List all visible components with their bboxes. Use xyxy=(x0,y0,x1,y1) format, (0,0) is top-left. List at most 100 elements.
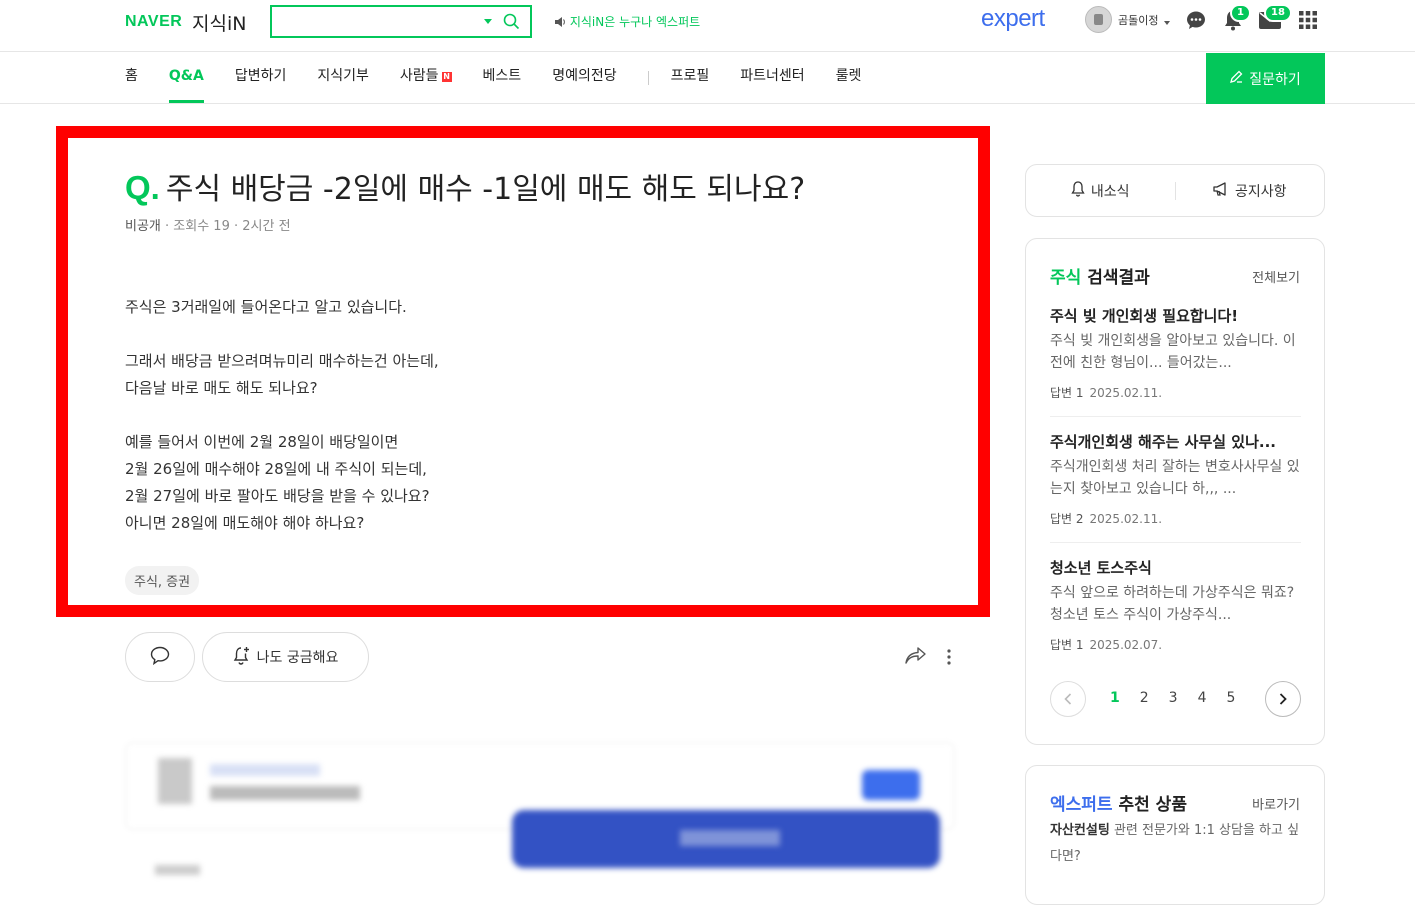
my-news-button[interactable]: 내소식 xyxy=(1026,180,1175,201)
notice-button[interactable]: 공지사항 xyxy=(1176,181,1325,201)
search-icon[interactable] xyxy=(503,13,520,34)
share-icon[interactable] xyxy=(905,647,926,669)
blurred-name xyxy=(210,764,320,776)
mail-count-badge: 18 xyxy=(1264,4,1292,22)
result-date: 2025.02.11. xyxy=(1089,512,1163,526)
question-line: 그래서 배당금 받으려며뉴미리 매수하는건 아는데, xyxy=(125,352,439,370)
search-keyword: 주식 xyxy=(1050,268,1082,288)
result-date: 2025.02.07. xyxy=(1089,638,1163,652)
blurred-avatar xyxy=(158,758,192,804)
talk-icon[interactable] xyxy=(1186,10,1206,34)
comment-button[interactable] xyxy=(125,632,195,682)
chevron-right-icon xyxy=(1279,690,1287,709)
nav-donate[interactable]: 지식기부 xyxy=(317,53,369,103)
search-result-item[interactable]: 주식 빚 개인회생 필요합니다! 주식 빚 개인회생을 알아보고 있습니다. 이… xyxy=(1050,305,1301,401)
bell-plus-icon xyxy=(233,646,251,669)
blurred-info xyxy=(210,786,360,800)
expert-logo[interactable]: expert xyxy=(981,5,1045,33)
result-desc: 주식 빚 개인회생을 알아보고 있습니다. 이전에 친한 형님이... 들어갔는… xyxy=(1050,333,1296,371)
naver-logo[interactable]: NAVER xyxy=(125,13,182,31)
search-result-item[interactable]: 청소년 토스주식 주식 앞으로 하려하는데 가상주식은 뭐죠? 청소년 토스 주… xyxy=(1050,557,1301,653)
result-answers: 답변 1 xyxy=(1050,638,1084,652)
page-3[interactable]: 3 xyxy=(1169,690,1178,706)
grid-menu-icon[interactable] xyxy=(1299,11,1317,33)
expert-title-suffix: 추천 상품 xyxy=(1112,795,1187,815)
next-page-button[interactable] xyxy=(1265,681,1301,717)
more-options-icon[interactable] xyxy=(946,648,952,670)
nav-profile[interactable]: 프로필 xyxy=(671,53,710,103)
question-author: 비공개 xyxy=(125,219,161,234)
pencil-icon xyxy=(1230,70,1243,87)
expert-keyword: 엑스퍼트 xyxy=(1050,795,1113,815)
kin-logo[interactable]: 지식iN xyxy=(192,9,246,36)
question-views: 조회수 19 xyxy=(173,219,230,234)
result-title[interactable]: 주식 빚 개인회생 필요합니다! xyxy=(1050,305,1301,326)
page-4[interactable]: 4 xyxy=(1198,690,1207,706)
expert-notice-link[interactable]: 지식iN은 누구나 엑스퍼트 xyxy=(555,13,700,30)
prev-page-button[interactable] xyxy=(1050,681,1086,717)
search-box xyxy=(270,5,532,38)
main-nav: 홈 Q&A 답변하기 지식기부 사람들 N 베스트 명예의전당 프로필 파트너센터… xyxy=(0,53,1415,104)
user-menu[interactable]: 곰돌이정 xyxy=(1085,6,1171,33)
avatar[interactable] xyxy=(1085,6,1112,33)
view-all-link[interactable]: 전체보기 xyxy=(1252,267,1300,286)
blurred-badge xyxy=(862,770,920,800)
page-2[interactable]: 2 xyxy=(1140,690,1149,706)
question-title-text: 주식 배당금 -2일에 매수 -1일에 매도 해도 되나요? xyxy=(165,172,806,207)
nav-people-label: 사람들 xyxy=(399,68,439,84)
nav-qna[interactable]: Q&A xyxy=(168,53,204,103)
notice-label: 공지사항 xyxy=(1234,183,1287,200)
question-line: 주식은 3거래일에 들어온다고 알고 있습니다. xyxy=(125,298,407,316)
bell-icon xyxy=(1071,180,1085,201)
result-date: 2025.02.11. xyxy=(1089,386,1163,400)
search-input[interactable] xyxy=(280,7,480,35)
question-meta: 비공개 · 조회수 19 · 2시간 전 xyxy=(125,215,291,234)
nav-divider xyxy=(647,71,649,85)
question-title: Q. 주식 배당금 -2일에 매수 -1일에 매도 해도 되나요? xyxy=(125,164,805,208)
chevron-down-icon xyxy=(1164,10,1171,29)
question-line: 아니면 28일에 매도해야 해야 하나요? xyxy=(125,514,365,532)
result-title[interactable]: 주식개인회생 해주는 사무실 있나... xyxy=(1050,431,1301,452)
blurred-answer-button-label xyxy=(680,830,780,846)
result-meta: 답변 2 2025.02.11. xyxy=(1050,510,1301,527)
notification-tabs: 내소식 공지사항 xyxy=(1025,164,1325,217)
ask-question-button[interactable]: 질문하기 xyxy=(1206,53,1325,104)
my-news-label: 내소식 xyxy=(1090,183,1130,200)
expert-recommend-panel: 엑스퍼트 추천 상품 바로가기 자산컨설팅 관련 전문가와 1:1 상담을 하고… xyxy=(1025,765,1325,905)
search-result-item[interactable]: 주식개인회생 해주는 사무실 있나... 주식개인회생 처리 잘하는 변호사사무… xyxy=(1050,431,1301,527)
expert-desc[interactable]: 자산컨설팅 관련 전문가와 1:1 상담을 하고 싶다면? xyxy=(1050,818,1305,870)
question-line: 예를 들어서 이번에 2월 28일이 배당일이면 xyxy=(125,433,399,451)
question-mark: Q. xyxy=(125,169,160,206)
result-title[interactable]: 청소년 토스주식 xyxy=(1050,557,1301,578)
search-results-panel: 주식 검색결과 전체보기 주식 빚 개인회생 필요합니다! 주식 빚 개인회생을… xyxy=(1025,238,1325,745)
result-answers: 답변 1 xyxy=(1050,386,1084,400)
divider xyxy=(1050,416,1301,417)
question-tag[interactable]: 주식, 증권 xyxy=(125,566,200,595)
search-option-dropdown-icon[interactable] xyxy=(484,19,492,24)
page-5[interactable]: 5 xyxy=(1227,690,1236,706)
result-desc: 주식 앞으로 하려하는데 가상주식은 뭐죠? 청소년 토스 주식이 가상주식..… xyxy=(1050,585,1295,623)
new-badge: N xyxy=(441,72,452,82)
question-line: 다음날 바로 매도 해도 되나요? xyxy=(125,379,318,397)
question-line: 2월 27일에 바로 팔아도 배당을 받을 수 있나요? xyxy=(125,487,430,505)
curious-button[interactable]: 나도 궁금해요 xyxy=(202,632,369,682)
chevron-left-icon xyxy=(1064,690,1072,709)
nav-people[interactable]: 사람들 N xyxy=(400,53,452,103)
nav-roulette[interactable]: 룰렛 xyxy=(836,53,862,103)
pagination: 1 2 3 4 5 xyxy=(1050,681,1301,717)
search-results-title-suffix: 검색결과 xyxy=(1081,268,1150,288)
nav-home[interactable]: 홈 xyxy=(125,53,138,103)
nav-partner-center[interactable]: 파트너센터 xyxy=(740,53,804,103)
question-paragraph: 주식은 3거래일에 들어온다고 알고 있습니다. xyxy=(125,294,439,321)
result-answers: 답변 2 xyxy=(1050,512,1084,526)
curious-label: 나도 궁금해요 xyxy=(256,650,339,666)
result-meta: 답변 1 2025.02.11. xyxy=(1050,384,1301,401)
user-name[interactable]: 곰돌이정 xyxy=(1118,12,1158,28)
page-1[interactable]: 1 xyxy=(1110,690,1120,706)
alarm-count-badge: 1 xyxy=(1230,4,1251,22)
nav-answer[interactable]: 답변하기 xyxy=(235,53,287,103)
nav-best[interactable]: 베스트 xyxy=(483,53,522,103)
expert-go-link[interactable]: 바로가기 xyxy=(1252,794,1300,813)
nav-hall-of-fame[interactable]: 명예의전당 xyxy=(552,53,616,103)
divider xyxy=(1050,542,1301,543)
